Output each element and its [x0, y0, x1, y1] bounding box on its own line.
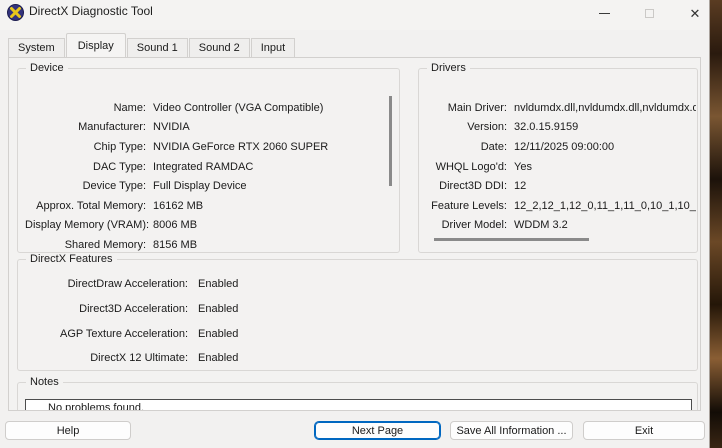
feature-row: Direct3D Acceleration: Enabled: [79, 303, 239, 316]
tab-sound1[interactable]: Sound 1: [126, 38, 188, 57]
feature-row: AGP Texture Acceleration: Enabled: [60, 327, 239, 340]
exit-button[interactable]: Exit: [583, 421, 705, 440]
drivers-horizontal-scrollbar[interactable]: [434, 238, 589, 241]
device-vertical-scrollbar[interactable]: [389, 96, 392, 186]
device-row: Manufacturer: NVIDIA: [78, 121, 190, 134]
driver-row: Main Driver: nvldumdx.dll,nvldumdx.dll,n…: [447, 101, 696, 114]
device-row: Approx. Total Memory: 16162 MB: [36, 199, 204, 212]
dxdiag-window: DirectX Diagnostic Tool ✕ System Display…: [0, 0, 710, 448]
driver-row: Direct3D DDI: 12: [439, 180, 527, 193]
device-rows: Name: Video Controller (VGA Compatible) …: [25, 98, 389, 255]
tab-strip: System Display Sound 1 Sound 2 Input: [8, 33, 296, 57]
save-all-information-button[interactable]: Save All Information ...: [450, 421, 573, 440]
driver-row: Driver Model: WDDM 3.2: [441, 219, 568, 232]
driver-row: Version: 32.0.15.9159: [467, 121, 579, 134]
directx-logo-icon: [7, 4, 24, 21]
display-tab-pane: Device Name: Video Controller (VGA Compa…: [8, 57, 701, 411]
minimize-button[interactable]: [588, 0, 620, 26]
window-title: DirectX Diagnostic Tool: [29, 4, 153, 18]
feature-row: DirectX 12 Ultimate: Enabled: [90, 352, 239, 365]
tab-display[interactable]: Display: [65, 33, 126, 57]
maximize-button[interactable]: [633, 0, 665, 26]
next-page-button[interactable]: Next Page: [314, 421, 441, 440]
notes-text: No problems found.: [48, 402, 144, 411]
tab-sound2[interactable]: Sound 2: [188, 38, 250, 57]
minimize-icon: [598, 12, 610, 14]
drivers-group-title: Drivers: [427, 62, 470, 74]
driver-row: Feature Levels: 12_2,12_1,12_0,11_1,11_0…: [431, 199, 696, 212]
device-row: Device Type: Full Display Device: [82, 180, 247, 193]
tab-system[interactable]: System: [8, 38, 65, 57]
directx-features-group-title: DirectX Features: [26, 253, 117, 265]
feature-row: DirectDraw Acceleration: Enabled: [67, 278, 239, 291]
maximize-icon: [644, 8, 654, 18]
close-icon: ✕: [689, 5, 701, 21]
desktop-wallpaper-strip: [709, 0, 722, 448]
device-row: DAC Type: Integrated RAMDAC: [93, 160, 254, 173]
driver-row: Date: 12/11/2025 09:00:00: [480, 140, 615, 153]
titlebar: DirectX Diagnostic Tool ✕: [0, 0, 709, 30]
device-group-title: Device: [26, 62, 68, 74]
tab-input[interactable]: Input: [250, 38, 296, 57]
close-button[interactable]: ✕: [679, 0, 711, 26]
drivers-rows: Main Driver: nvldumdx.dll,nvldumdx.dll,n…: [426, 98, 696, 235]
directx-features-rows: DirectDraw Acceleration: Enabled Direct3…: [25, 272, 685, 371]
driver-row: WHQL Logo'd: Yes: [435, 160, 532, 173]
notes-textbox[interactable]: No problems found.: [25, 399, 692, 411]
notes-group-title: Notes: [26, 376, 63, 388]
help-button[interactable]: Help: [5, 421, 131, 440]
device-row: Shared Memory: 8156 MB: [64, 238, 198, 251]
device-row: Display Memory (VRAM): 8006 MB: [25, 219, 198, 232]
device-row: Name: Video Controller (VGA Compatible): [113, 101, 324, 114]
device-row: Chip Type: NVIDIA GeForce RTX 2060 SUPER: [93, 140, 329, 153]
